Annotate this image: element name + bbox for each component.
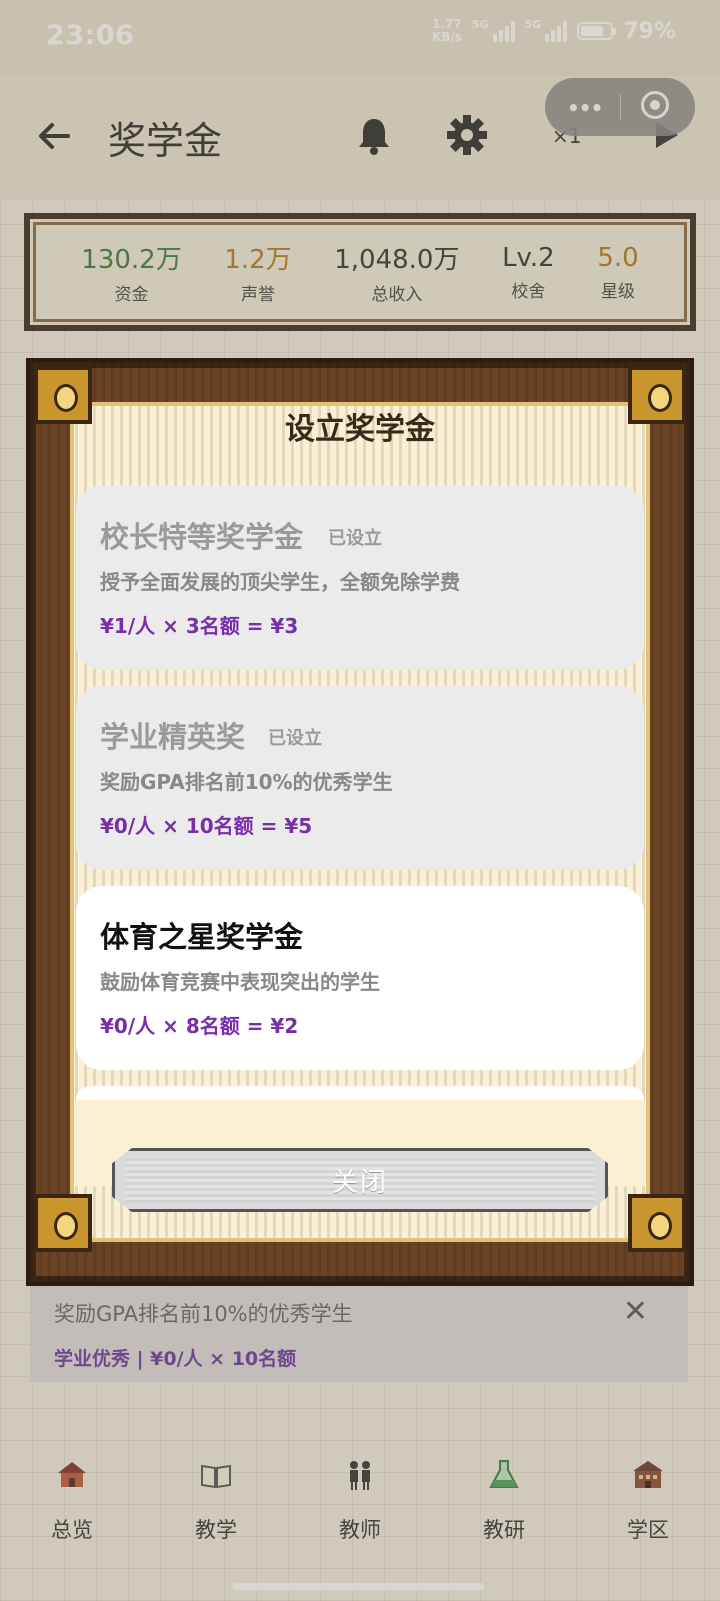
bell-icon[interactable] bbox=[356, 116, 392, 156]
scholarship-cost: ¥1/人 × 3名额 = ¥3 bbox=[100, 614, 299, 638]
building-icon bbox=[633, 1461, 663, 1488]
status-icons: 1.77 KB/s 5G 5G 79% bbox=[432, 18, 676, 44]
scholarship-cost: ¥0/人 × 10名额 = ¥5 bbox=[100, 814, 313, 838]
capsule-divider bbox=[620, 94, 621, 120]
network-type-1: 5G bbox=[471, 18, 489, 31]
stat-value: 5.0 bbox=[597, 242, 639, 273]
established-badge: 已设立 bbox=[268, 728, 322, 749]
gear-icon[interactable] bbox=[446, 114, 488, 156]
nav-item-teachers[interactable]: 教师 bbox=[300, 1430, 420, 1550]
scholarship-card-sports[interactable]: 体育之星奖学金 鼓励体育竞赛中表现突出的学生 ¥0/人 × 8名额 = ¥2 bbox=[76, 886, 644, 1070]
school-house-icon bbox=[58, 1462, 86, 1487]
stat-label: 星级 bbox=[600, 281, 635, 302]
scholarship-description: 授予全面发展的顶尖学生，全额免除学费 bbox=[100, 570, 460, 594]
stat-value: 130.2万 bbox=[81, 245, 182, 275]
modal-title: 设立奖学金 bbox=[285, 412, 435, 447]
nav-item-research[interactable]: 教研 bbox=[444, 1430, 564, 1550]
stat-campus-level: Lv.2 校舍 bbox=[502, 243, 555, 302]
scholarship-cost: ¥0/人 × 8名额 = ¥2 bbox=[100, 1014, 299, 1038]
back-arrow-icon[interactable] bbox=[34, 116, 74, 156]
open-book-icon bbox=[201, 1464, 231, 1489]
close-icon[interactable]: ✕ bbox=[623, 1294, 648, 1329]
stat-label: 校舍 bbox=[511, 281, 546, 302]
scholarship-name: 校长特等奖学金 bbox=[100, 520, 304, 554]
close-button-label: 关闭 bbox=[331, 1167, 388, 1198]
tip-subtext: 学业优秀 | ¥0/人 × 10名额 bbox=[54, 1348, 297, 1370]
nav-label: 教学 bbox=[195, 1518, 237, 1542]
battery-icon bbox=[577, 22, 617, 40]
stats-panel: 130.2万 资金 1.2万 声誉 1,048.0万 总收入 Lv.2 校舍 5… bbox=[24, 213, 696, 331]
nav-item-teaching[interactable]: 教学 bbox=[156, 1430, 276, 1550]
scholarship-card-partial[interactable] bbox=[76, 1086, 644, 1100]
flask-icon bbox=[489, 1460, 519, 1488]
established-badge: 已设立 bbox=[328, 528, 382, 549]
stat-label: 总收入 bbox=[371, 285, 423, 305]
teachers-icon bbox=[350, 1461, 370, 1490]
scholarship-card-principal[interactable]: 校长特等奖学金 已设立 授予全面发展的顶尖学生，全额免除学费 ¥1/人 × 3名… bbox=[76, 486, 644, 670]
close-button[interactable]: 关闭 bbox=[112, 1148, 608, 1212]
battery-level bbox=[581, 26, 604, 36]
bottom-nav: 总览 教学 教师 教研 学区 bbox=[0, 1430, 720, 1550]
nav-item-district[interactable]: 学区 bbox=[588, 1430, 708, 1550]
scholarship-description: 奖励GPA排名前10%的优秀学生 bbox=[100, 770, 393, 794]
battery-percent: 79% bbox=[623, 18, 676, 44]
frame-corner-ornament bbox=[34, 1194, 92, 1252]
tip-text: 奖励GPA排名前10%的优秀学生 bbox=[54, 1302, 353, 1326]
nav-label: 教师 bbox=[339, 1518, 381, 1542]
nav-label: 总览 bbox=[51, 1518, 93, 1542]
stat-value: 1,048.0万 bbox=[334, 245, 460, 275]
status-time: 23:06 bbox=[46, 20, 135, 51]
stat-funds: 130.2万 资金 bbox=[81, 239, 181, 305]
stat-label: 声誉 bbox=[240, 285, 275, 305]
frame-corner-ornament bbox=[628, 1194, 686, 1252]
network-speed: 1.77 KB/s bbox=[432, 18, 462, 44]
page-title: 奖学金 bbox=[108, 119, 223, 163]
scholarship-name: 学业精英奖 bbox=[100, 720, 246, 754]
nav-item-overview[interactable]: 总览 bbox=[12, 1430, 132, 1550]
stat-value: Lv.2 bbox=[502, 242, 555, 273]
scholarship-name: 体育之星奖学金 bbox=[100, 920, 304, 954]
stat-value: 1.2万 bbox=[224, 245, 292, 275]
signal-icon bbox=[492, 20, 515, 42]
mini-program-capsule: ••• bbox=[545, 78, 695, 136]
stat-reputation: 1.2万 声誉 bbox=[224, 239, 291, 305]
home-indicator[interactable] bbox=[232, 1583, 484, 1590]
status-bar: 23:06 1.77 KB/s 5G 5G 79% bbox=[0, 0, 720, 76]
scholarship-tip-bar: 奖励GPA排名前10%的优秀学生 学业优秀 | ¥0/人 × 10名额 ✕ bbox=[30, 1282, 688, 1382]
more-dots-icon[interactable]: ••• bbox=[567, 96, 603, 120]
scholarship-description: 鼓励体育竞赛中表现突出的学生 bbox=[100, 970, 380, 994]
nav-label: 教研 bbox=[483, 1518, 525, 1542]
signal-icon-2 bbox=[545, 20, 568, 42]
network-type-2: 5G bbox=[524, 18, 542, 31]
stat-label: 资金 bbox=[114, 285, 149, 305]
scholarship-card-academic[interactable]: 学业精英奖 已设立 奖励GPA排名前10%的优秀学生 ¥0/人 × 10名额 =… bbox=[76, 686, 644, 870]
stat-star-rating: 5.0 星级 bbox=[597, 243, 638, 302]
stat-total-income: 1,048.0万 总收入 bbox=[334, 239, 459, 305]
record-icon[interactable] bbox=[641, 91, 669, 119]
nav-label: 学区 bbox=[627, 1518, 669, 1542]
network-speed-unit: KB/s bbox=[431, 30, 462, 44]
